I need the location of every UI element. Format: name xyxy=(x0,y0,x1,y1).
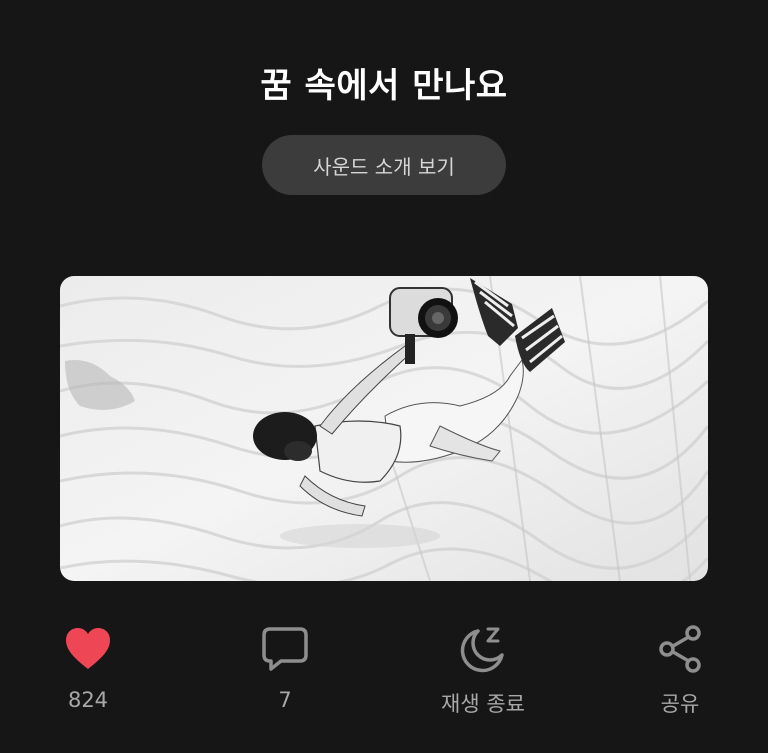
share-icon xyxy=(655,624,705,674)
stop-playback-button[interactable]: 재생 종료 xyxy=(423,624,543,718)
heart-icon xyxy=(63,624,113,674)
cover-image xyxy=(60,276,708,581)
comment-icon xyxy=(260,624,310,674)
comment-button[interactable]: 7 xyxy=(225,624,345,712)
like-button[interactable]: 824 xyxy=(28,624,148,712)
stop-playback-label: 재생 종료 xyxy=(441,692,525,716)
moon-sleep-icon xyxy=(458,624,508,674)
share-button[interactable]: 공유 xyxy=(620,624,740,718)
like-count: 824 xyxy=(67,688,109,712)
page-title: 꿈 속에서 만나요 xyxy=(260,66,508,106)
comment-count: 7 xyxy=(278,688,292,712)
underwater-photographer-image xyxy=(60,276,708,581)
share-label: 공유 xyxy=(660,692,700,716)
sound-intro-button[interactable]: 사운드 소개 보기 xyxy=(262,135,506,195)
